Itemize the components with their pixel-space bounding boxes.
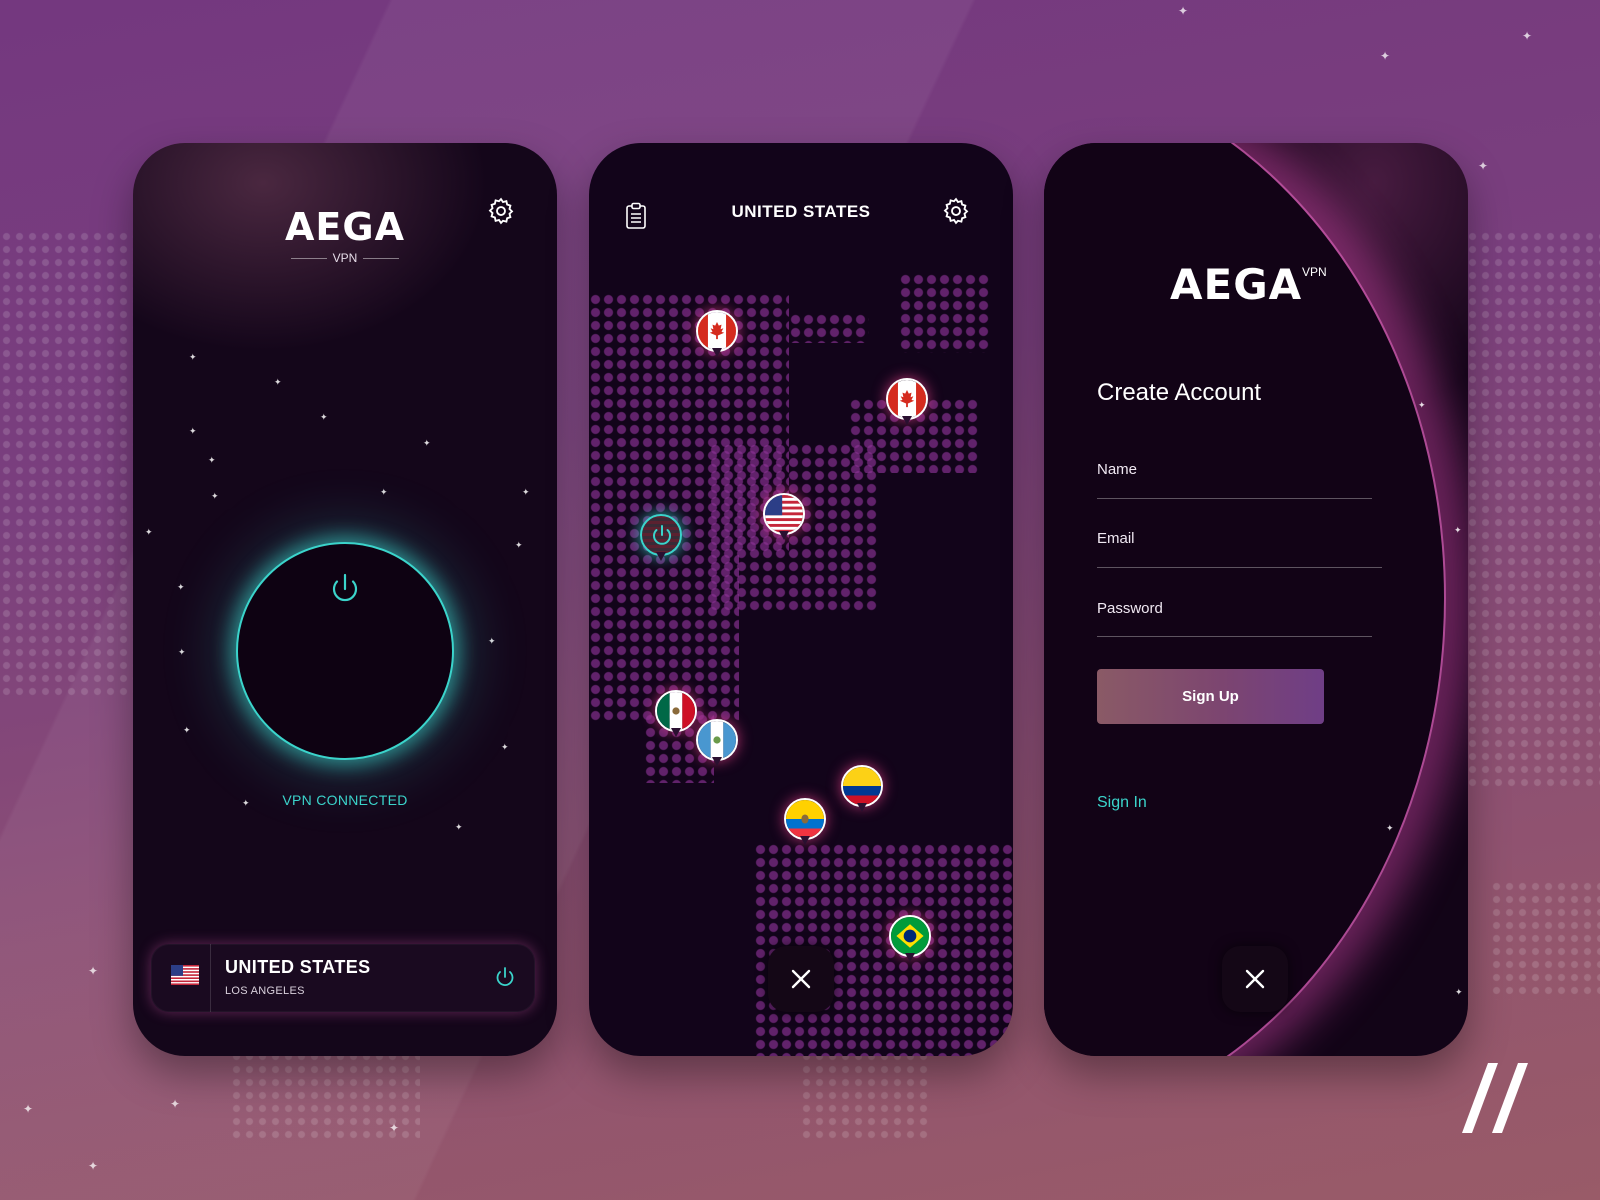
ecuador-flag-icon: [784, 798, 826, 840]
logo-subtitle: VPN: [1302, 265, 1327, 279]
app-logo: AEGA: [1170, 260, 1302, 309]
close-button[interactable]: [768, 946, 834, 1012]
sign-in-link[interactable]: Sign In: [1097, 794, 1147, 812]
pin-tail: [779, 531, 789, 540]
star-icon: ✦: [455, 822, 463, 832]
close-button[interactable]: [1222, 946, 1288, 1012]
pin-tail: [712, 348, 722, 357]
star-icon: ✦: [178, 647, 186, 657]
email-field[interactable]: [1097, 567, 1382, 568]
location-country: UNITED STATES: [225, 957, 371, 977]
guatemala-flag-icon: [696, 719, 738, 761]
star-icon: ✦: [501, 742, 509, 752]
map-pin-guatemala[interactable]: [696, 719, 738, 769]
map-pin-canada[interactable]: [886, 378, 928, 428]
app-logo: AEGA VPN: [245, 205, 445, 267]
star-icon: ✦: [88, 1159, 99, 1173]
email-field-label[interactable]: Email: [1097, 530, 1135, 547]
card-divider: [210, 944, 211, 1012]
pin-tail: [857, 803, 867, 812]
star-icon: ✦: [1386, 823, 1394, 833]
star-icon: ✦: [1478, 159, 1489, 173]
pin-tail: [902, 416, 912, 425]
star-icon: ✦: [423, 438, 431, 448]
star-icon: ✦: [189, 352, 197, 362]
pin-tail: [712, 757, 722, 766]
map-pin-mexico[interactable]: [655, 690, 697, 740]
phone-map-screen: UNITED STATES: [589, 143, 1013, 1056]
name-field-label[interactable]: Name: [1097, 461, 1137, 478]
settings-gear-icon[interactable]: [941, 196, 971, 226]
star-icon: ✦: [170, 1097, 181, 1111]
colombia-flag-icon: [841, 765, 883, 807]
map-pin-colombia[interactable]: [841, 765, 883, 815]
star-icon: ✦: [522, 487, 530, 497]
us-flag-icon: [763, 493, 805, 535]
star-icon: ✦: [380, 487, 388, 497]
star-icon: ✦: [389, 1121, 400, 1135]
phone-connection-screen: ✦ ✦ ✦ ✦ ✦ ✦ ✦ ✦ ✦ ✦ ✦ ✦ ✦ ✦ ✦ ✦ ✦ ✦ AEGA…: [133, 143, 557, 1056]
connection-status: VPN CONNECTED: [282, 792, 408, 808]
canada-flag-icon: [696, 310, 738, 352]
us-flag-icon: [640, 514, 682, 556]
star-icon: ✦: [1455, 987, 1463, 997]
settings-gear-icon[interactable]: [486, 196, 516, 226]
pin-tail: [671, 728, 681, 737]
pin-tail: [905, 953, 915, 962]
star-icon: ✦: [1522, 29, 1533, 43]
logo-subtitle: VPN: [290, 251, 399, 265]
map-pin-canada[interactable]: [696, 310, 738, 360]
background-dot-map-left: [0, 230, 135, 700]
phone-signup-screen: ✦ ✦ ✦ ✦ AEGA VPN Create Account Name Ema…: [1044, 143, 1468, 1056]
star-icon: ✦: [211, 491, 219, 501]
background-dot-map-bottom-mid: [800, 1050, 930, 1140]
map-dots-north-islands: [899, 273, 989, 353]
us-flag-icon: [171, 965, 199, 985]
star-icon: ✦: [1454, 525, 1462, 535]
power-icon: [653, 525, 671, 545]
map-dots-north-east: [789, 313, 869, 343]
mexico-flag-icon: [655, 690, 697, 732]
star-icon: ✦: [183, 725, 191, 735]
star-icon: ✦: [1418, 400, 1426, 410]
star-icon: ✦: [23, 1102, 34, 1116]
power-icon: [332, 573, 358, 602]
password-field[interactable]: [1097, 636, 1372, 637]
name-field[interactable]: [1097, 498, 1372, 499]
close-icon: [1245, 969, 1265, 989]
brazil-flag-icon: [889, 915, 931, 957]
pin-tail: [800, 836, 810, 845]
current-location-card[interactable]: UNITED STATES LOS ANGELES: [151, 944, 535, 1012]
star-icon: ✦: [320, 412, 328, 422]
brand-slash-logo: [1462, 1063, 1528, 1133]
star-icon: ✦: [88, 964, 99, 978]
background-dot-map-bottom-right: [1490, 880, 1600, 1000]
password-field-label[interactable]: Password: [1097, 600, 1163, 617]
map-pin-united-states-connected[interactable]: [640, 514, 682, 564]
logo-wordmark: AEGA: [285, 205, 405, 249]
map-pin-ecuador[interactable]: [784, 798, 826, 848]
star-icon: ✦: [208, 455, 216, 465]
star-icon: ✦: [274, 377, 282, 387]
location-city: LOS ANGELES: [225, 985, 305, 997]
close-icon: [791, 969, 811, 989]
power-icon[interactable]: [495, 966, 515, 990]
star-icon: ✦: [1178, 4, 1189, 18]
connect-power-button[interactable]: [236, 542, 454, 760]
star-icon: ✦: [177, 582, 185, 592]
sign-up-button[interactable]: Sign Up: [1097, 669, 1324, 724]
star-icon: ✦: [189, 426, 197, 436]
create-account-title: Create Account: [1097, 379, 1262, 406]
star-icon: ✦: [515, 540, 523, 550]
map-pin-united-states[interactable]: [763, 493, 805, 543]
star-icon: ✦: [488, 636, 496, 646]
star-icon: ✦: [1380, 49, 1391, 63]
map-pin-brazil[interactable]: [889, 915, 931, 965]
canada-flag-icon: [886, 378, 928, 420]
pin-tail: [656, 552, 666, 561]
star-icon: ✦: [145, 527, 153, 537]
logo-wordmark: AEGA: [1170, 260, 1303, 309]
